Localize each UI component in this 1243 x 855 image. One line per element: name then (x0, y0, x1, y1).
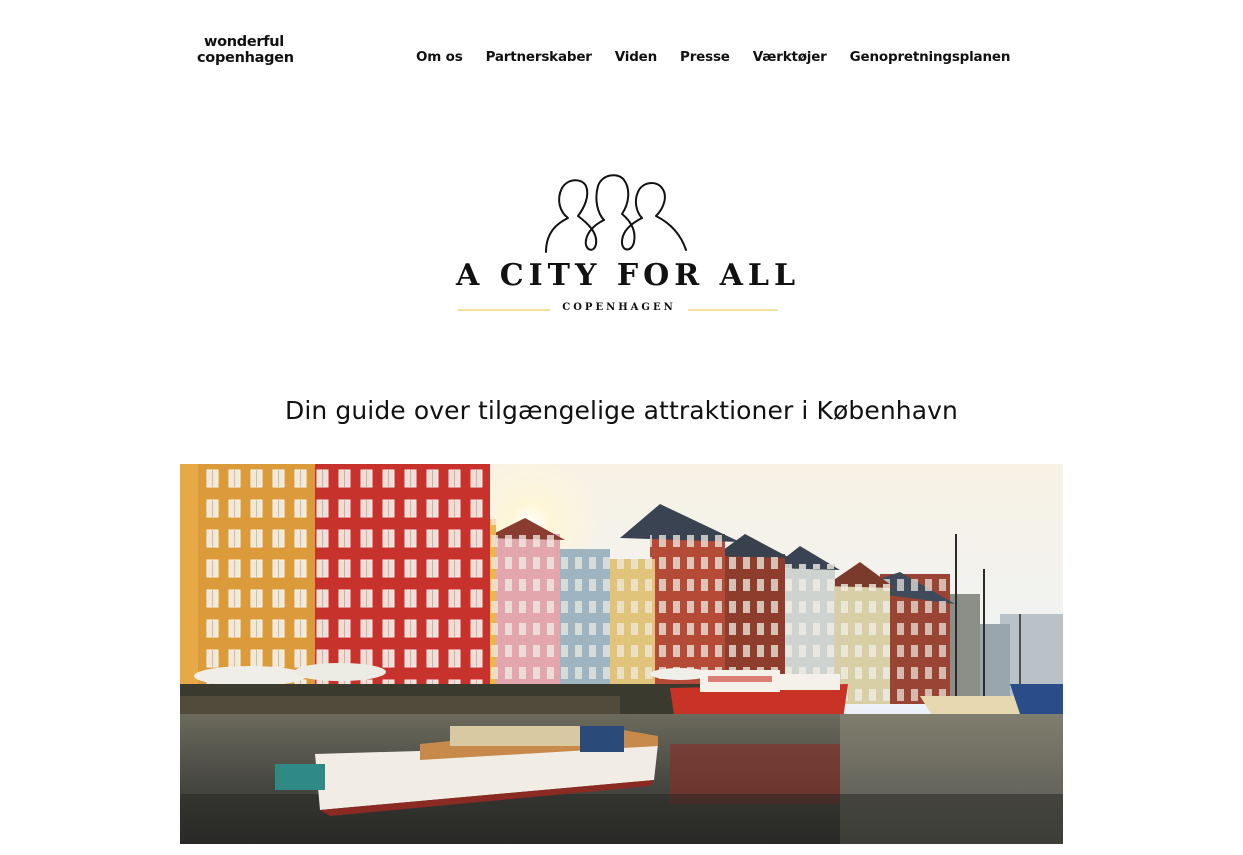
people-outline-icon (545, 174, 687, 253)
main-nav: Om os Partnerskaber Viden Presse Værktøj… (416, 49, 1010, 65)
nav-om-os[interactable]: Om os (416, 49, 463, 65)
nyhavn-harbour-photo (180, 464, 1063, 844)
nav-vaerktojer[interactable]: Værktøjer (753, 49, 827, 65)
nav-viden[interactable]: Viden (615, 49, 657, 65)
brand-rule-right (688, 309, 778, 311)
logo-line-2: copenhagen (197, 50, 294, 66)
nav-partnerskaber[interactable]: Partnerskaber (486, 49, 592, 65)
site-header: wonderful copenhagen Om os Partnerskaber… (0, 0, 1243, 110)
brand-subtitle: COPENHAGEN (562, 302, 676, 313)
site-logo[interactable]: wonderful copenhagen (197, 34, 307, 66)
nav-presse[interactable]: Presse (680, 49, 730, 65)
logo-line-1: wonderful (204, 34, 284, 50)
brand-title: A CITY FOR ALL (456, 258, 801, 293)
page-heading: Din guide over tilgængelige attraktioner… (284, 396, 958, 425)
nav-genopretningsplanen[interactable]: Genopretningsplanen (850, 49, 1011, 65)
